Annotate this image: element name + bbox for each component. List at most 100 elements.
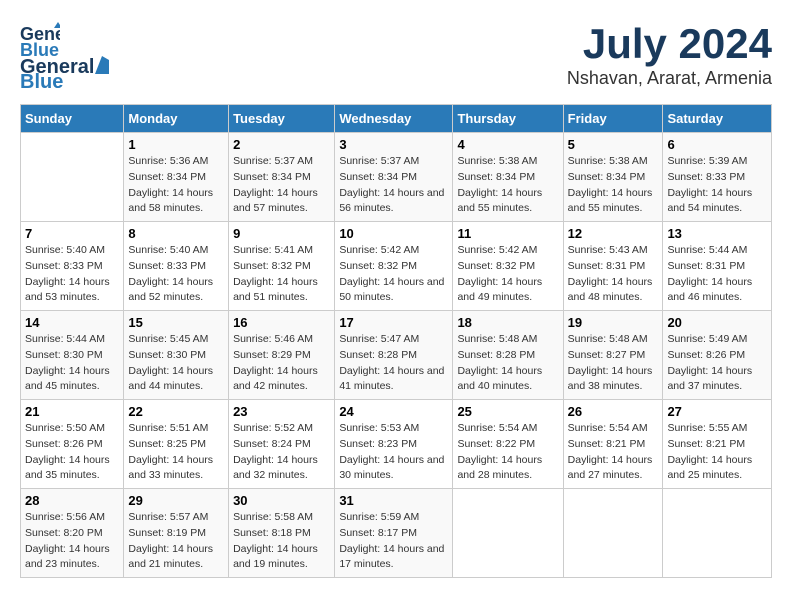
day-info: Sunrise: 5:47 AMSunset: 8:28 PMDaylight:… [339, 332, 448, 395]
day-info: Sunrise: 5:46 AMSunset: 8:29 PMDaylight:… [233, 332, 330, 395]
calendar-cell: 3 Sunrise: 5:37 AMSunset: 8:34 PMDayligh… [335, 133, 453, 222]
weekday-header-tuesday: Tuesday [229, 105, 335, 133]
day-number: 18 [457, 315, 558, 330]
day-info: Sunrise: 5:52 AMSunset: 8:24 PMDaylight:… [233, 421, 330, 484]
day-info: Sunrise: 5:37 AMSunset: 8:34 PMDaylight:… [339, 154, 448, 217]
day-number: 24 [339, 404, 448, 419]
day-info: Sunrise: 5:45 AMSunset: 8:30 PMDaylight:… [128, 332, 224, 395]
calendar-cell: 5 Sunrise: 5:38 AMSunset: 8:34 PMDayligh… [563, 133, 663, 222]
weekday-header-monday: Monday [124, 105, 229, 133]
calendar-cell: 16 Sunrise: 5:46 AMSunset: 8:29 PMDaylig… [229, 311, 335, 400]
logo-triangle-icon [95, 56, 109, 74]
day-info: Sunrise: 5:54 AMSunset: 8:21 PMDaylight:… [568, 421, 659, 484]
calendar-cell: 23 Sunrise: 5:52 AMSunset: 8:24 PMDaylig… [229, 400, 335, 489]
calendar-cell: 8 Sunrise: 5:40 AMSunset: 8:33 PMDayligh… [124, 222, 229, 311]
day-info: Sunrise: 5:51 AMSunset: 8:25 PMDaylight:… [128, 421, 224, 484]
day-info: Sunrise: 5:37 AMSunset: 8:34 PMDaylight:… [233, 154, 330, 217]
day-number: 21 [25, 404, 119, 419]
day-number: 14 [25, 315, 119, 330]
calendar-cell: 12 Sunrise: 5:43 AMSunset: 8:31 PMDaylig… [563, 222, 663, 311]
weekday-header-thursday: Thursday [453, 105, 563, 133]
calendar-cell: 30 Sunrise: 5:58 AMSunset: 8:18 PMDaylig… [229, 489, 335, 578]
day-info: Sunrise: 5:40 AMSunset: 8:33 PMDaylight:… [25, 243, 119, 306]
calendar-cell: 21 Sunrise: 5:50 AMSunset: 8:26 PMDaylig… [21, 400, 124, 489]
calendar-cell: 29 Sunrise: 5:57 AMSunset: 8:19 PMDaylig… [124, 489, 229, 578]
day-info: Sunrise: 5:59 AMSunset: 8:17 PMDaylight:… [339, 510, 448, 573]
calendar-cell: 31 Sunrise: 5:59 AMSunset: 8:17 PMDaylig… [335, 489, 453, 578]
weekday-header-wednesday: Wednesday [335, 105, 453, 133]
day-number: 27 [667, 404, 767, 419]
day-number: 11 [457, 226, 558, 241]
day-number: 3 [339, 137, 448, 152]
day-number: 6 [667, 137, 767, 152]
day-number: 13 [667, 226, 767, 241]
day-info: Sunrise: 5:42 AMSunset: 8:32 PMDaylight:… [339, 243, 448, 306]
header: General Blue General Blue July 2024 Nsha… [20, 20, 772, 94]
calendar-cell: 28 Sunrise: 5:56 AMSunset: 8:20 PMDaylig… [21, 489, 124, 578]
day-number: 17 [339, 315, 448, 330]
calendar-cell [453, 489, 563, 578]
day-number: 20 [667, 315, 767, 330]
day-info: Sunrise: 5:44 AMSunset: 8:31 PMDaylight:… [667, 243, 767, 306]
day-number: 8 [128, 226, 224, 241]
day-info: Sunrise: 5:48 AMSunset: 8:28 PMDaylight:… [457, 332, 558, 395]
calendar-cell: 19 Sunrise: 5:48 AMSunset: 8:27 PMDaylig… [563, 311, 663, 400]
calendar-cell: 7 Sunrise: 5:40 AMSunset: 8:33 PMDayligh… [21, 222, 124, 311]
day-number: 2 [233, 137, 330, 152]
day-number: 9 [233, 226, 330, 241]
calendar-cell: 13 Sunrise: 5:44 AMSunset: 8:31 PMDaylig… [663, 222, 772, 311]
day-info: Sunrise: 5:36 AMSunset: 8:34 PMDaylight:… [128, 154, 224, 217]
calendar-table: SundayMondayTuesdayWednesdayThursdayFrid… [20, 104, 772, 578]
day-number: 5 [568, 137, 659, 152]
day-number: 15 [128, 315, 224, 330]
day-info: Sunrise: 5:38 AMSunset: 8:34 PMDaylight:… [568, 154, 659, 217]
title-area: July 2024 Nshavan, Ararat, Armenia [567, 20, 772, 89]
day-number: 30 [233, 493, 330, 508]
calendar-cell: 9 Sunrise: 5:41 AMSunset: 8:32 PMDayligh… [229, 222, 335, 311]
day-info: Sunrise: 5:48 AMSunset: 8:27 PMDaylight:… [568, 332, 659, 395]
day-info: Sunrise: 5:43 AMSunset: 8:31 PMDaylight:… [568, 243, 659, 306]
day-number: 7 [25, 226, 119, 241]
day-info: Sunrise: 5:58 AMSunset: 8:18 PMDaylight:… [233, 510, 330, 573]
day-info: Sunrise: 5:49 AMSunset: 8:26 PMDaylight:… [667, 332, 767, 395]
day-info: Sunrise: 5:56 AMSunset: 8:20 PMDaylight:… [25, 510, 119, 573]
calendar-cell: 17 Sunrise: 5:47 AMSunset: 8:28 PMDaylig… [335, 311, 453, 400]
day-info: Sunrise: 5:39 AMSunset: 8:33 PMDaylight:… [667, 154, 767, 217]
calendar-cell [563, 489, 663, 578]
weekday-header-saturday: Saturday [663, 105, 772, 133]
calendar-cell: 4 Sunrise: 5:38 AMSunset: 8:34 PMDayligh… [453, 133, 563, 222]
calendar-cell: 11 Sunrise: 5:42 AMSunset: 8:32 PMDaylig… [453, 222, 563, 311]
day-info: Sunrise: 5:41 AMSunset: 8:32 PMDaylight:… [233, 243, 330, 306]
day-number: 12 [568, 226, 659, 241]
calendar-cell: 24 Sunrise: 5:53 AMSunset: 8:23 PMDaylig… [335, 400, 453, 489]
day-info: Sunrise: 5:38 AMSunset: 8:34 PMDaylight:… [457, 154, 558, 217]
logo-icon: General Blue [20, 20, 60, 60]
page-subtitle: Nshavan, Ararat, Armenia [567, 68, 772, 89]
calendar-cell: 25 Sunrise: 5:54 AMSunset: 8:22 PMDaylig… [453, 400, 563, 489]
day-number: 28 [25, 493, 119, 508]
day-info: Sunrise: 5:44 AMSunset: 8:30 PMDaylight:… [25, 332, 119, 395]
day-info: Sunrise: 5:40 AMSunset: 8:33 PMDaylight:… [128, 243, 224, 306]
calendar-cell: 1 Sunrise: 5:36 AMSunset: 8:34 PMDayligh… [124, 133, 229, 222]
day-info: Sunrise: 5:53 AMSunset: 8:23 PMDaylight:… [339, 421, 448, 484]
calendar-cell [663, 489, 772, 578]
calendar-cell: 10 Sunrise: 5:42 AMSunset: 8:32 PMDaylig… [335, 222, 453, 311]
calendar-cell: 18 Sunrise: 5:48 AMSunset: 8:28 PMDaylig… [453, 311, 563, 400]
day-number: 25 [457, 404, 558, 419]
day-number: 31 [339, 493, 448, 508]
day-info: Sunrise: 5:42 AMSunset: 8:32 PMDaylight:… [457, 243, 558, 306]
calendar-cell: 2 Sunrise: 5:37 AMSunset: 8:34 PMDayligh… [229, 133, 335, 222]
calendar-cell: 14 Sunrise: 5:44 AMSunset: 8:30 PMDaylig… [21, 311, 124, 400]
day-number: 10 [339, 226, 448, 241]
page-title: July 2024 [567, 20, 772, 68]
logo-blue: Blue [20, 71, 63, 94]
day-info: Sunrise: 5:55 AMSunset: 8:21 PMDaylight:… [667, 421, 767, 484]
day-number: 22 [128, 404, 224, 419]
calendar-cell: 6 Sunrise: 5:39 AMSunset: 8:33 PMDayligh… [663, 133, 772, 222]
day-number: 4 [457, 137, 558, 152]
day-number: 19 [568, 315, 659, 330]
weekday-header-friday: Friday [563, 105, 663, 133]
logo: General Blue General Blue [20, 20, 109, 94]
calendar-cell: 20 Sunrise: 5:49 AMSunset: 8:26 PMDaylig… [663, 311, 772, 400]
day-number: 1 [128, 137, 224, 152]
